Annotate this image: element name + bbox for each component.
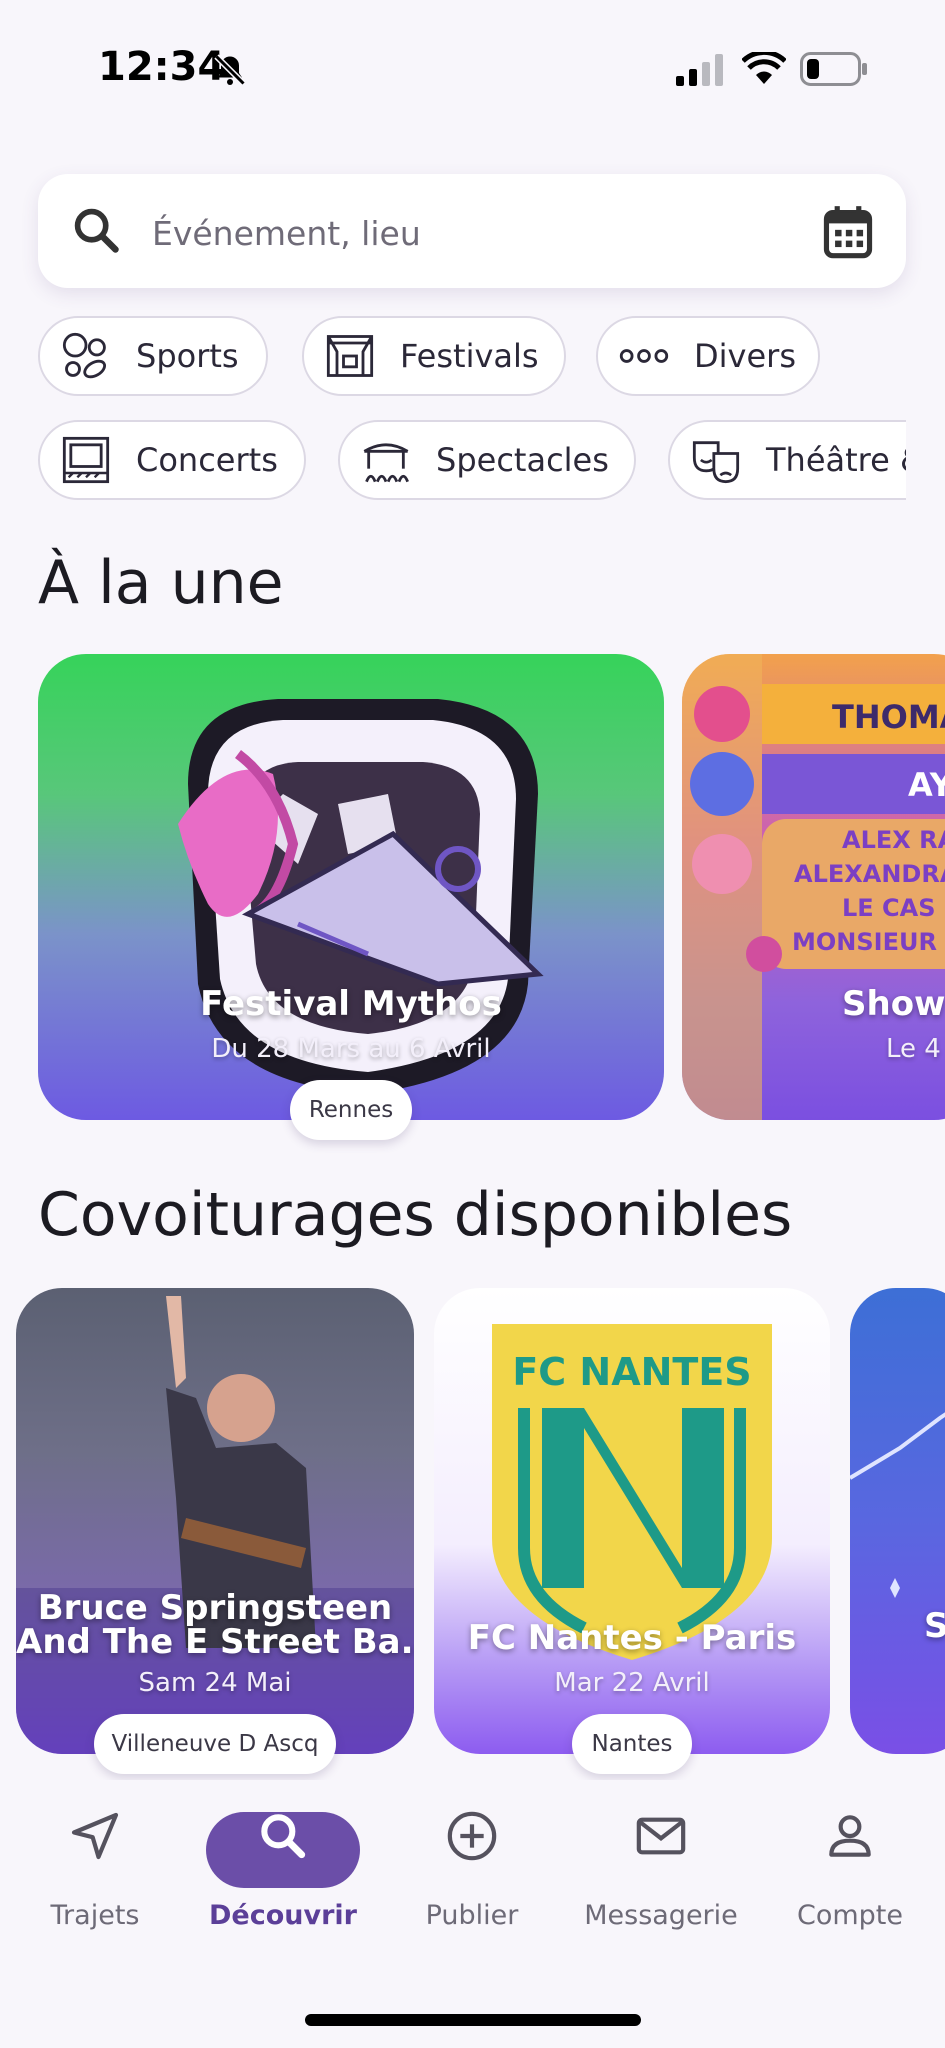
nav-label: Messagerie xyxy=(584,1900,738,1931)
card-date: Sam 24 Mai xyxy=(138,1668,292,1698)
poster-line: LE CAS PU xyxy=(842,894,945,922)
nav-label: Compte xyxy=(796,1900,903,1931)
spectacle-stage-icon xyxy=(363,443,409,483)
chip-label: Divers xyxy=(694,337,796,375)
chip-label: Spectacles xyxy=(436,441,609,479)
chip-theatre[interactable]: Théâtre & xyxy=(668,420,906,500)
carpool-card-fc-nantes[interactable]: FC NANTES FC Nantes - Paris Mar 22 Avril xyxy=(434,1288,830,1754)
card-date: Du 28 Mars au 6 Avril xyxy=(211,1034,491,1064)
nav-compte[interactable]: Compte xyxy=(765,1808,935,1938)
mail-icon xyxy=(636,1817,686,1855)
three-dots-icon xyxy=(619,349,669,363)
card-title: S xyxy=(924,1606,945,1646)
chip-festivals[interactable]: Festivals xyxy=(302,316,566,396)
card-title: FC Nantes - Paris xyxy=(467,1618,797,1658)
nav-decouvrir[interactable]: Découvrir xyxy=(198,1808,368,1938)
signal-icon xyxy=(676,54,723,86)
city-badge: Rennes xyxy=(290,1080,412,1140)
featured-card-show[interactable]: THOMA AY ALEX RAN ALEXANDRA P LE CAS PU … xyxy=(682,654,945,1120)
search-icon xyxy=(261,1814,306,1859)
sports-balls-icon xyxy=(62,332,107,379)
nav-publier[interactable]: Publier xyxy=(387,1808,557,1938)
chip-label: Théâtre & xyxy=(766,441,906,479)
card-title: Festival Mythos xyxy=(200,984,502,1024)
card-title: And The E Street Ba... xyxy=(16,1622,414,1662)
city-badge: Nantes xyxy=(572,1714,692,1774)
featured-card-festival-mythos[interactable]: Festival Mythos Du 28 Mars au 6 Avril xyxy=(38,654,664,1120)
chip-label: Festivals xyxy=(400,337,539,375)
poster-line: AY xyxy=(908,766,945,804)
concert-stage-icon xyxy=(62,436,110,484)
carpool-card-springsteen[interactable]: Bruce Springsteen And The E Street Ba...… xyxy=(16,1288,414,1754)
chip-divers[interactable]: Divers xyxy=(596,316,820,396)
home-indicator[interactable] xyxy=(305,2014,641,2026)
chip-sports[interactable]: Sports xyxy=(38,316,268,396)
wifi-icon xyxy=(742,52,786,84)
bell-muted-icon xyxy=(214,54,246,86)
status-time: 12:34 xyxy=(98,44,226,90)
poster-line: ALEXANDRA P xyxy=(794,860,945,888)
nav-messagerie[interactable]: Messagerie xyxy=(576,1808,746,1938)
plus-circle-icon xyxy=(447,1811,497,1861)
logo-text: FC NANTES xyxy=(512,1350,752,1394)
poster-line: THOMA xyxy=(832,698,945,736)
card-date: Mar 22 Avril xyxy=(554,1668,710,1698)
calendar-icon[interactable] xyxy=(822,204,874,260)
theatre-masks-icon xyxy=(692,441,740,484)
card-date: Le 4 xyxy=(886,1034,941,1064)
search-icon xyxy=(74,208,119,253)
poster-line: ALEX RAN xyxy=(842,826,945,854)
featured-section-title: À la une xyxy=(38,548,284,618)
nav-label: Découvrir xyxy=(209,1900,357,1931)
chip-label: Concerts xyxy=(136,441,278,479)
nav-label: Trajets xyxy=(50,1900,140,1931)
chip-spectacles[interactable]: Spectacles xyxy=(338,420,636,500)
nav-label: Publier xyxy=(425,1900,519,1931)
navigation-arrow-icon xyxy=(71,1812,119,1860)
battery-icon xyxy=(800,52,867,86)
partial-artwork xyxy=(850,1412,945,1598)
carpool-card-partial[interactable]: S xyxy=(850,1288,945,1754)
chip-concerts[interactable]: Concerts xyxy=(38,420,306,500)
festival-stage-icon xyxy=(326,335,374,377)
card-title: Show xyxy=(842,984,945,1024)
person-icon xyxy=(829,1815,871,1857)
nav-trajets[interactable]: Trajets xyxy=(10,1808,180,1938)
category-chips: Sports Festivals Divers Concerts Spectac… xyxy=(38,316,906,510)
chip-label: Sports xyxy=(136,337,239,375)
poster-line: MONSIEUR MU xyxy=(792,928,945,956)
carpools-section-title: Covoiturages disponibles xyxy=(38,1180,793,1250)
city-badge: Villeneuve D Ascq xyxy=(94,1714,336,1774)
search-input[interactable] xyxy=(150,204,794,262)
